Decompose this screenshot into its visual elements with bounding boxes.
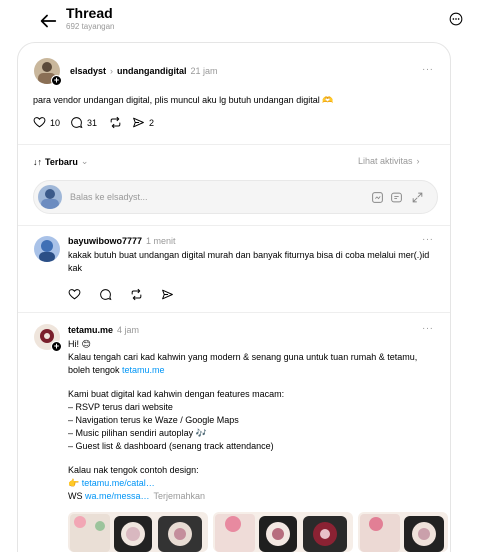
chevron-right-icon: ›	[110, 66, 114, 76]
back-arrow-icon[interactable]	[37, 10, 59, 32]
expand-icon[interactable]	[411, 191, 424, 204]
reply-text: kakak butuh buat undangan digital murah …	[68, 250, 430, 273]
reply-line: Kalau tengah cari kad kahwin yang modern…	[68, 352, 418, 375]
design-thumbnail[interactable]	[68, 512, 208, 552]
sort-label: Terbaru	[45, 156, 78, 167]
ws-label: WS	[68, 491, 85, 501]
reply-more-icon[interactable]: ···	[422, 323, 434, 334]
reply-input[interactable]: Balas ke elsadyst...	[70, 192, 148, 202]
share-icon[interactable]	[161, 288, 174, 301]
divider	[18, 144, 450, 145]
poll-icon[interactable]	[390, 191, 403, 204]
pointing-hand-icon: 👉	[68, 478, 82, 488]
repost-icon[interactable]	[109, 116, 122, 129]
avatar-image	[34, 236, 60, 262]
reply-header: tetamu.me 4 jam	[68, 325, 139, 335]
view-count: 692 tayangan	[66, 22, 115, 31]
comment-icon[interactable]	[99, 288, 112, 301]
reply-greeting: Hi! 😊	[68, 339, 91, 349]
activity-label: Lihat aktivitas	[358, 156, 413, 166]
chevron-down-icon: ⌄	[80, 156, 89, 166]
reply-header: bayuwibowo7777 1 menit	[68, 236, 176, 246]
post-header: elsadyst › undangandigital 21 jam	[70, 66, 218, 76]
gif-icon[interactable]	[371, 191, 384, 204]
comment-icon[interactable]	[70, 116, 83, 129]
feature-item: – Navigation terus ke Waze / Google Maps	[68, 415, 239, 425]
feature-item: – Guest list & dashboard (senang track a…	[68, 441, 274, 451]
reply-paragraph: Kalau tengah cari kad kahwin yang modern…	[68, 351, 440, 377]
feature-item: – RSVP terus dari website	[68, 402, 173, 412]
heart-icon[interactable]	[68, 288, 81, 301]
features-intro: Kami buat digital kad kahwin dengan feat…	[68, 389, 285, 399]
reply-actions	[68, 288, 178, 301]
post-username[interactable]: elsadyst	[70, 66, 106, 76]
invitation-preview-image	[68, 512, 208, 552]
heart-icon[interactable]	[33, 116, 46, 129]
avatar-image	[38, 185, 62, 209]
post-text: para vendor undangan digital, plis muncu…	[33, 95, 334, 105]
design-label: Kalau nak tengok contoh design:	[68, 465, 199, 475]
ws-row: WS wa.me/messa… Terjemahkan	[68, 490, 205, 503]
invitation-preview-image	[358, 512, 448, 552]
reply-username[interactable]: bayuwibowo7777	[68, 236, 142, 246]
share-count: 2	[149, 117, 155, 128]
reply-username[interactable]: tetamu.me	[68, 325, 113, 335]
design-thumbnail[interactable]	[358, 512, 448, 552]
top-bar: Thread 692 tayangan	[0, 0, 500, 40]
repost-icon[interactable]	[130, 288, 143, 301]
reply-more-icon[interactable]: ···	[422, 234, 434, 245]
my-avatar	[38, 185, 62, 209]
more-options-icon[interactable]	[449, 12, 463, 26]
chevron-right-icon: ›	[416, 156, 420, 166]
invitation-preview-image	[213, 512, 353, 552]
reply-input-box[interactable]: Balas ke elsadyst...	[33, 180, 438, 214]
post-actions: 10 31 2	[33, 116, 154, 129]
page-title: Thread	[66, 5, 113, 21]
sort-icon: ↓↑	[33, 156, 42, 167]
design-row: 👉 tetamu.me/catal…	[68, 477, 155, 490]
feature-item: – Music pilihan sendiri autoplay 🎶	[68, 428, 207, 438]
post-more-icon[interactable]: ···	[422, 64, 434, 75]
divider	[18, 225, 450, 226]
reply-time: 1 menit	[146, 236, 176, 246]
follow-plus-icon[interactable]: +	[51, 341, 62, 352]
design-link[interactable]: tetamu.me/catal…	[82, 478, 155, 488]
divider	[18, 312, 450, 313]
whatsapp-link[interactable]: wa.me/messa…	[85, 491, 150, 501]
post-time: 21 jam	[190, 66, 218, 76]
reply-avatar[interactable]	[34, 236, 60, 262]
tetamu-link[interactable]: tetamu.me	[122, 365, 165, 375]
reply-time: 4 jam	[117, 325, 140, 335]
sort-dropdown[interactable]: ↓↑ Terbaru ⌄	[33, 156, 88, 167]
thread-card: + elsadyst › undangandigital 21 jam ··· …	[17, 42, 451, 552]
follow-plus-icon[interactable]: +	[51, 75, 62, 86]
design-thumbnail[interactable]	[213, 512, 353, 552]
share-icon[interactable]	[132, 116, 145, 129]
like-count: 10	[50, 117, 61, 128]
activity-link[interactable]: Lihat aktivitas ›	[358, 156, 420, 166]
translate-link[interactable]: Terjemahkan	[154, 491, 206, 501]
comment-count: 31	[87, 117, 98, 128]
reply-to-username[interactable]: undangandigital	[117, 66, 187, 76]
